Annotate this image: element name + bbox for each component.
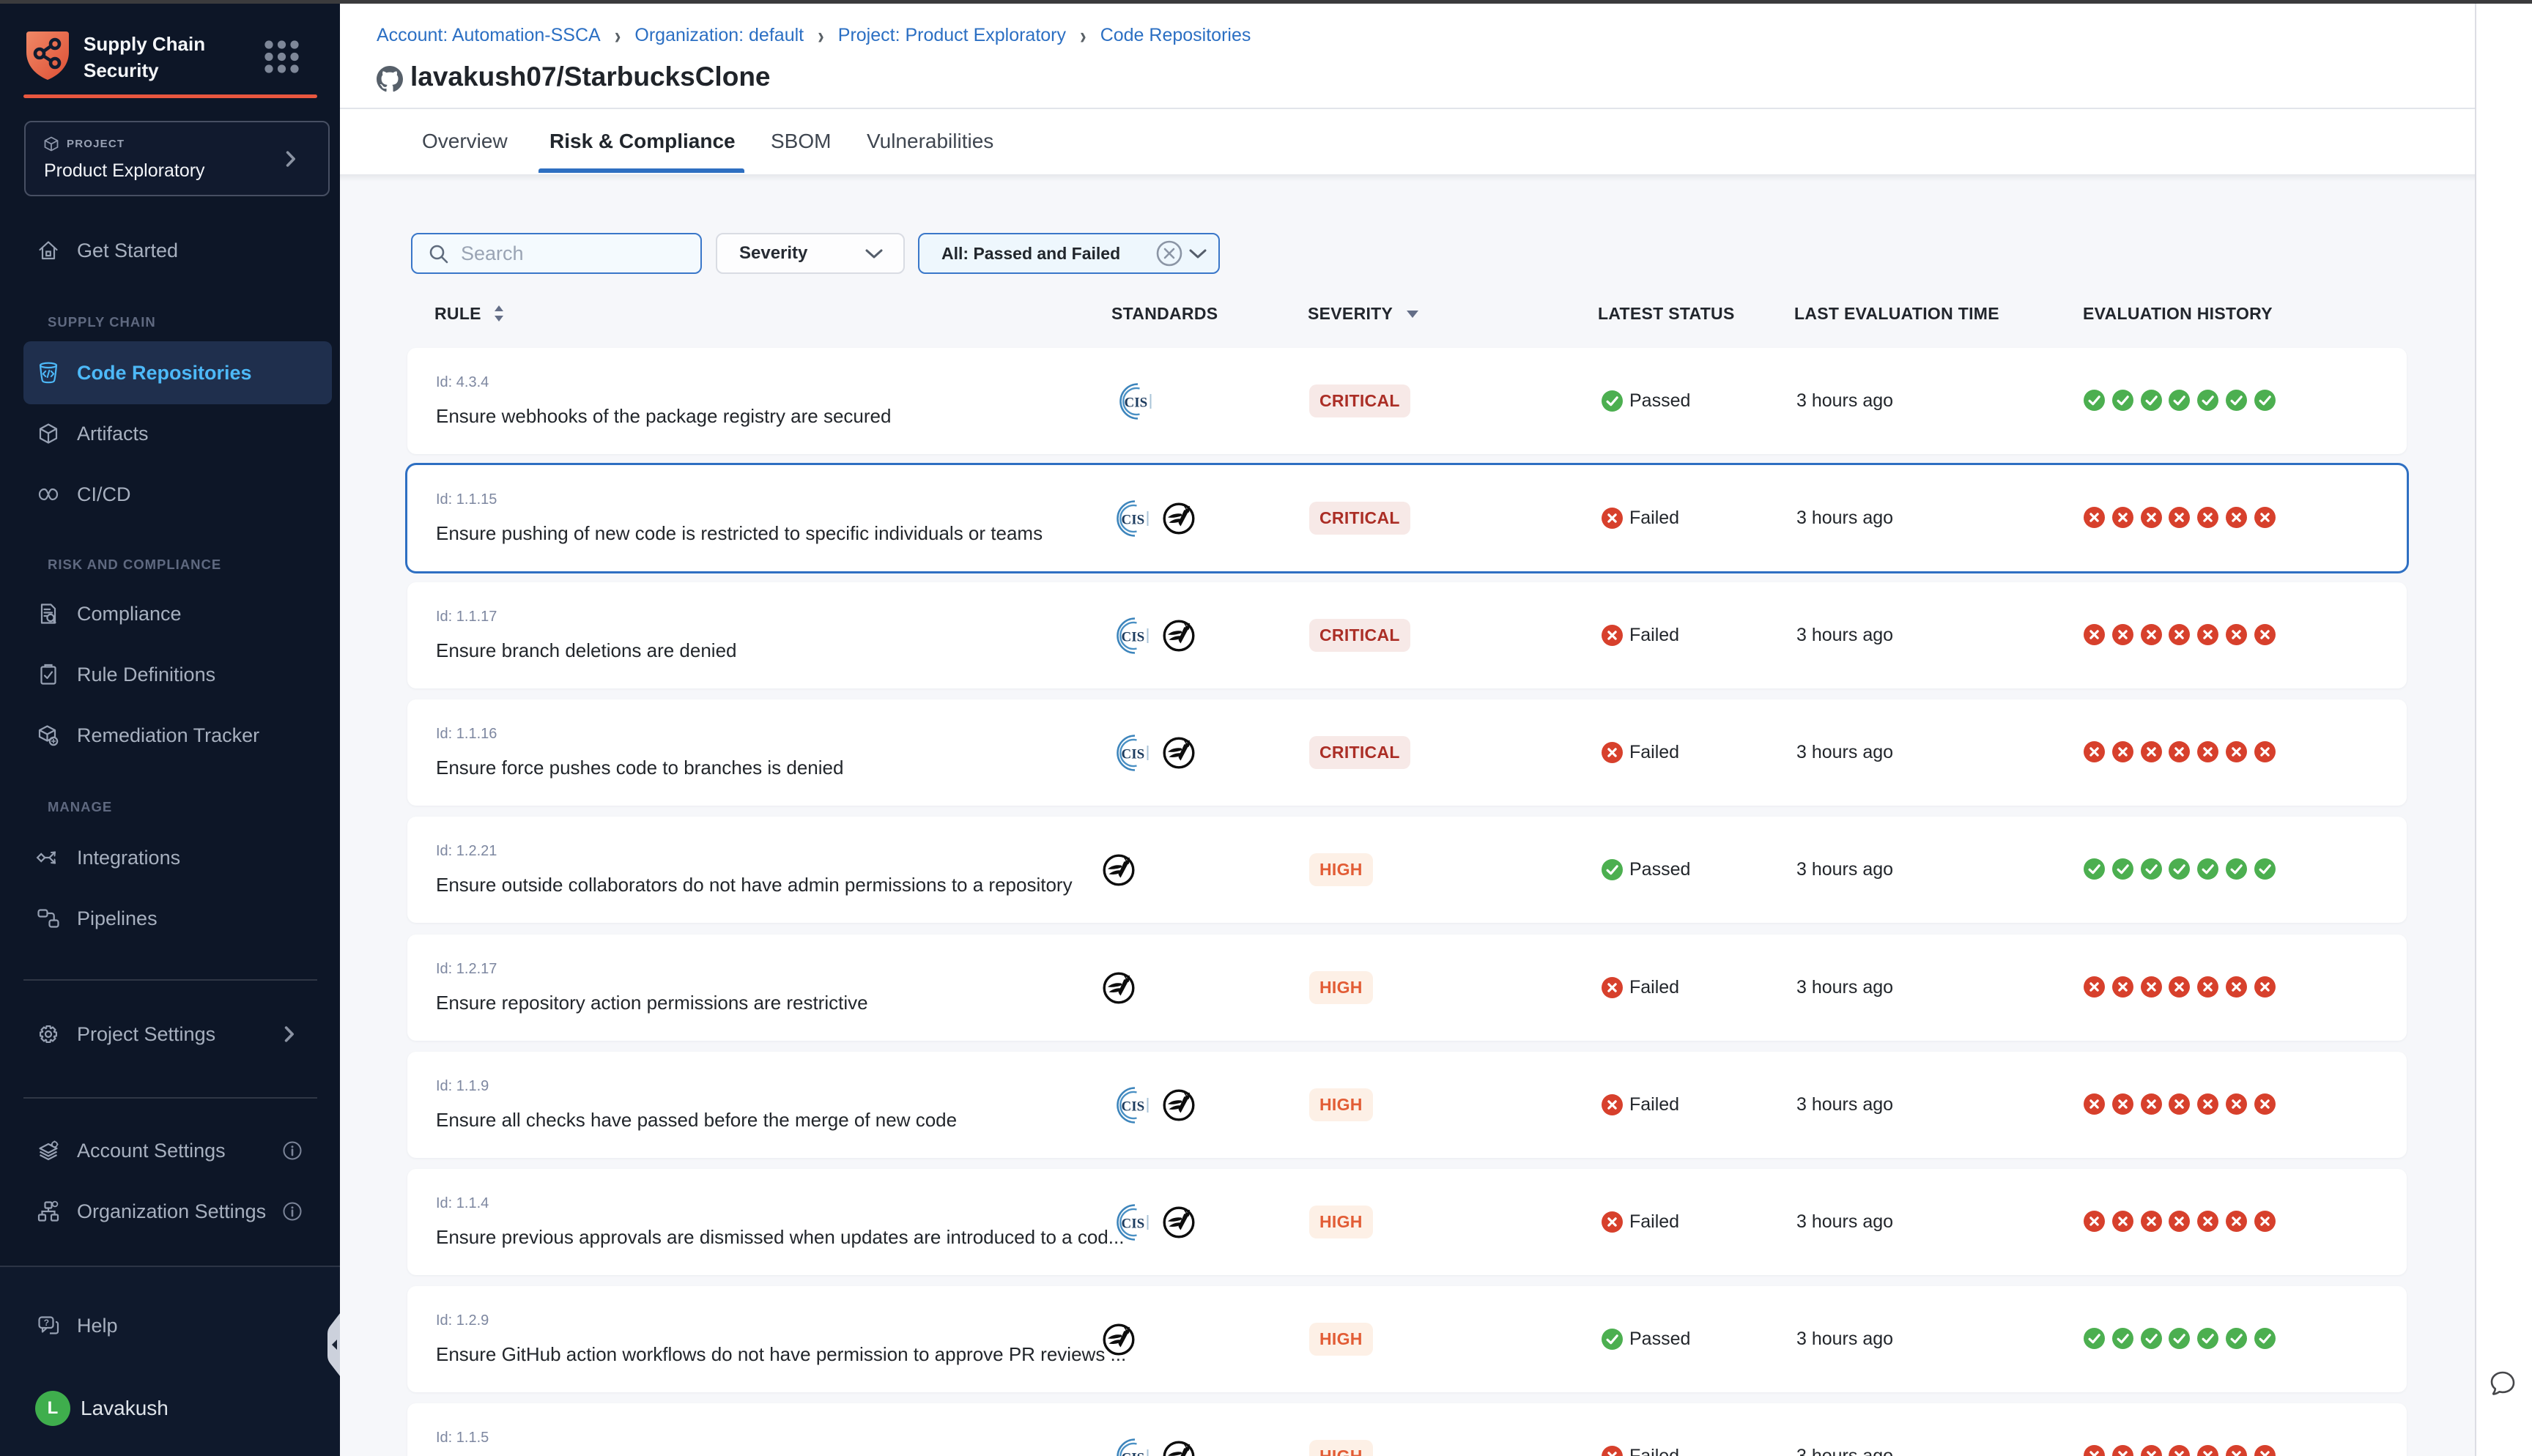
svg-text:?: ?	[44, 1318, 49, 1328]
svg-text:CIS: CIS	[1125, 395, 1148, 411]
svg-text:CIS: CIS	[1122, 747, 1145, 762]
svg-text:CIS: CIS	[1122, 1217, 1145, 1232]
svg-text:CIS: CIS	[1122, 1099, 1145, 1115]
svg-text:CIS: CIS	[1122, 1451, 1145, 1456]
svg-text:CIS: CIS	[1122, 513, 1145, 528]
svg-text:CIS: CIS	[1122, 630, 1145, 645]
